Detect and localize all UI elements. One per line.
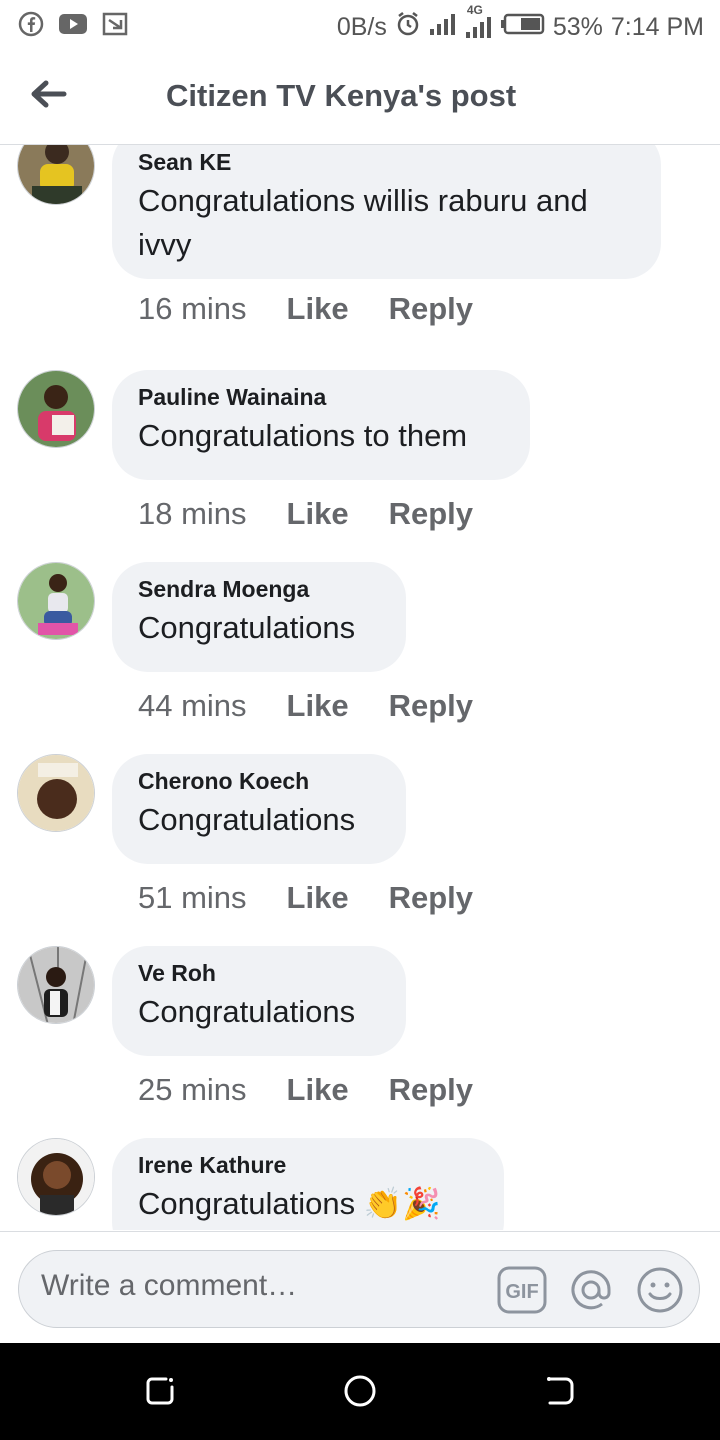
- avatar[interactable]: [17, 754, 95, 832]
- avatar[interactable]: [17, 946, 95, 1024]
- battery-icon: [500, 13, 545, 42]
- comment-text: Congratulations: [138, 994, 356, 1029]
- comment-bubble[interactable]: Cherono Koech Congratulations: [112, 754, 406, 864]
- reply-button[interactable]: Reply: [389, 1072, 473, 1108]
- emoji-icon[interactable]: [635, 1265, 685, 1315]
- comment-bubble[interactable]: Sendra Moenga Congratulations: [112, 562, 406, 672]
- back-icon[interactable]: [542, 1373, 578, 1409]
- reply-button[interactable]: Reply: [389, 688, 473, 724]
- like-button[interactable]: Like: [287, 496, 349, 532]
- comment-text: Congratulations willis raburu and ivvy: [138, 183, 588, 262]
- comment-list[interactable]: Sean KE Congratulations willis raburu an…: [0, 145, 720, 1230]
- comment-author[interactable]: Irene Kathure: [138, 1150, 478, 1180]
- comment-author[interactable]: Ve Roh: [138, 958, 380, 988]
- comment-bubble[interactable]: Sean KE Congratulations willis raburu an…: [112, 145, 661, 279]
- avatar[interactable]: [17, 1138, 95, 1216]
- status-bar: 0B/s 4G 53% 7:14 PM: [0, 0, 720, 50]
- comment-author[interactable]: Pauline Wainaina: [138, 382, 504, 412]
- system-nav-bar: [0, 1343, 720, 1440]
- comment-time[interactable]: 16 mins: [138, 291, 247, 327]
- comment-actions: 44 mins Like Reply: [138, 688, 473, 724]
- like-button[interactable]: Like: [287, 880, 349, 916]
- gif-icon[interactable]: GIF: [497, 1265, 547, 1315]
- comment-time[interactable]: 18 mins: [138, 496, 247, 532]
- comment-author[interactable]: Cherono Koech: [138, 766, 380, 796]
- reply-button[interactable]: Reply: [389, 880, 473, 916]
- reply-button[interactable]: Reply: [389, 291, 473, 327]
- youtube-notification-icon: [58, 12, 88, 41]
- net-speed: 0B/s: [336, 13, 387, 41]
- comment-author[interactable]: Sendra Moenga: [138, 574, 380, 604]
- signal-4g-icon: 4G: [465, 3, 493, 46]
- comment-actions: 51 mins Like Reply: [138, 880, 473, 916]
- comment-text: Congratulations 👏🎉: [138, 1186, 441, 1221]
- comment-actions: 18 mins Like Reply: [138, 496, 473, 532]
- comment-bubble[interactable]: Pauline Wainaina Congratulations to them: [112, 370, 530, 480]
- avatar[interactable]: [17, 370, 95, 448]
- recent-apps-icon[interactable]: [142, 1373, 178, 1409]
- like-button[interactable]: Like: [287, 688, 349, 724]
- facebook-notification-icon: [18, 11, 44, 42]
- comment-actions: 25 mins Like Reply: [138, 1072, 473, 1108]
- comment-composer-bar: Write a comment… GIF: [0, 1231, 720, 1344]
- page-title: Citizen TV Kenya's post: [166, 78, 517, 113]
- like-button[interactable]: Like: [287, 1072, 349, 1108]
- comment-actions: 16 mins Like Reply: [138, 291, 473, 327]
- reply-button[interactable]: Reply: [389, 496, 473, 532]
- like-button[interactable]: Like: [287, 291, 349, 327]
- signal-icon: [429, 12, 457, 43]
- comment-input-box[interactable]: Write a comment… GIF: [18, 1250, 700, 1328]
- comment-input[interactable]: Write a comment…: [41, 1269, 297, 1303]
- alarm-icon: [395, 11, 421, 44]
- comment-text: Congratulations: [138, 802, 356, 837]
- top-app-bar: Citizen TV Kenya's post: [0, 50, 720, 145]
- clock: 7:14 PM: [610, 13, 704, 41]
- network-type: 4G: [466, 3, 483, 17]
- comment-bubble[interactable]: Ve Roh Congratulations: [112, 946, 406, 1056]
- avatar[interactable]: [17, 145, 95, 205]
- comment-time[interactable]: 25 mins: [138, 1072, 247, 1108]
- comment-text: Congratulations: [138, 610, 356, 645]
- comment-text: Congratulations to them: [138, 418, 468, 453]
- comment-bubble[interactable]: Irene Kathure Congratulations 👏🎉: [112, 1138, 504, 1230]
- back-arrow-icon[interactable]: [26, 74, 70, 114]
- comment-author[interactable]: Sean KE: [138, 147, 635, 177]
- at-mention-icon[interactable]: [566, 1265, 616, 1315]
- comment-time[interactable]: 44 mins: [138, 688, 247, 724]
- battery-level: 53%: [552, 13, 603, 41]
- comment-time[interactable]: 51 mins: [138, 880, 247, 916]
- svg-text:GIF: GIF: [505, 1281, 538, 1303]
- home-icon[interactable]: [342, 1373, 378, 1409]
- cast-notification-icon: [102, 12, 128, 41]
- avatar[interactable]: [17, 562, 95, 640]
